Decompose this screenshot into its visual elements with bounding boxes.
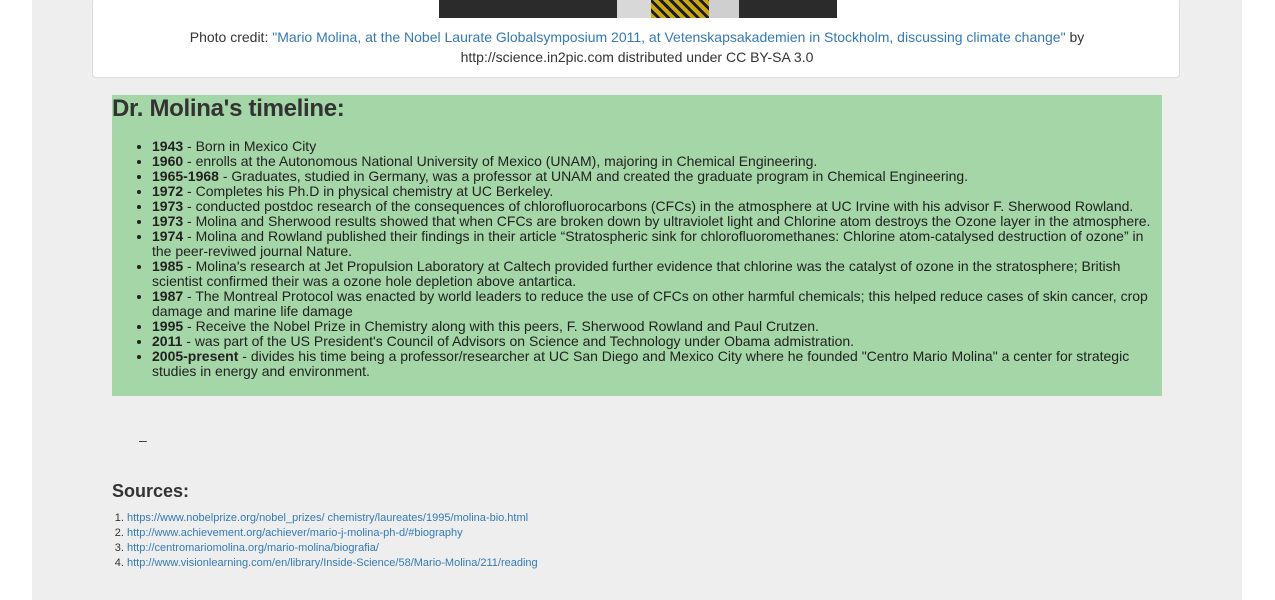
timeline-year: 1973 [152, 213, 184, 229]
timeline-text: - Receive the Nobel Prize in Chemistry a… [183, 318, 819, 334]
timeline-item: 1960 - enrolls at the Autonomous Nationa… [152, 154, 1162, 169]
timeline-item: 1943 - Born in Mexico City [152, 139, 1162, 154]
timeline-text: - conducted postdoc research of the cons… [183, 198, 1134, 214]
timeline-item: 2011 - was part of the US President's Co… [152, 334, 1162, 349]
timeline-year: 1973 [152, 198, 184, 214]
timeline-list: 1943 - Born in Mexico City 1960 - enroll… [112, 139, 1162, 379]
timeline-text: - was part of the US President's Council… [182, 333, 855, 349]
timeline-year: 2011 [152, 333, 183, 349]
timeline-item: 1974 - Molina and Rowland published thei… [152, 229, 1162, 259]
photo-card: Photo credit: "Mario Molina, at the Nobe… [92, 0, 1180, 78]
separator-dash: – [139, 432, 147, 448]
timeline-year: 1985 [152, 258, 184, 274]
source-link-centromariomolina[interactable]: http://centromariomolina.org/mario-molin… [127, 542, 379, 554]
timeline-year: 1995 [152, 318, 184, 334]
timeline-item: 1965-1968 - Graduates, studied in German… [152, 169, 1162, 184]
photo-credit-prefix: Photo credit: [189, 29, 273, 45]
timeline-year: 1960 [152, 153, 184, 169]
timeline-text: - enrolls at the Autonomous National Uni… [183, 153, 818, 169]
source-item: http://www.achievement.org/achiever/mari… [127, 526, 538, 541]
timeline-year: 1965-1968 [152, 168, 219, 184]
photo-credit-by: by [1065, 29, 1085, 45]
sources-list: https://www.nobelprize.org/nobel_prizes/… [112, 511, 538, 571]
timeline-text: - The Montreal Protocol was enacted by w… [152, 288, 1148, 319]
timeline-item: 1973 - conducted postdoc research of the… [152, 199, 1162, 214]
timeline-item: 2005-present - divides his time being a … [152, 349, 1162, 379]
timeline-text: - Completes his Ph.D in physical chemist… [183, 183, 554, 199]
timeline-item: 1995 - Receive the Nobel Prize in Chemis… [152, 319, 1162, 334]
sources-heading: Sources: [112, 481, 190, 501]
timeline-item: 1973 - Molina and Sherwood results showe… [152, 214, 1162, 229]
timeline-text: - Graduates, studied in Germany, was a p… [218, 168, 969, 184]
timeline-year: 1974 [152, 228, 184, 244]
photo-credit-license: http://science.in2pic.com distributed un… [460, 49, 814, 65]
timeline-heading: Dr. Molina's timeline: [112, 95, 345, 122]
source-item: http://centromariomolina.org/mario-molin… [127, 541, 538, 556]
timeline-text: - Molina and Sherwood results showed tha… [183, 213, 1151, 229]
source-item: http://www.visionlearning.com/en/library… [127, 556, 538, 571]
photo-credit: Photo credit: "Mario Molina, at the Nobe… [93, 27, 1181, 67]
molina-photo [439, 0, 837, 18]
timeline-item: 1985 - Molina's research at Jet Propulsi… [152, 259, 1162, 289]
source-link-nobelprize[interactable]: https://www.nobelprize.org/nobel_prizes/… [127, 512, 528, 524]
source-link-visionlearning[interactable]: http://www.visionlearning.com/en/library… [127, 557, 538, 569]
source-link-achievement[interactable]: http://www.achievement.org/achiever/mari… [127, 527, 463, 539]
timeline-text: - Born in Mexico City [183, 138, 317, 154]
timeline-item: 1987 - The Montreal Protocol was enacted… [152, 289, 1162, 319]
timeline-year: 1943 [152, 138, 184, 154]
timeline-year: 1972 [152, 183, 184, 199]
timeline-text: - Molina and Rowland published their fin… [152, 228, 1144, 259]
photo-credit-link[interactable]: "Mario Molina, at the Nobel Laurate Glob… [272, 29, 1065, 45]
timeline-year: 1987 [152, 288, 184, 304]
timeline-text: - Molina's research at Jet Propulsion La… [152, 258, 1121, 289]
timeline-text: - divides his time being a professor/res… [152, 348, 1130, 379]
timeline-item: 1972 - Completes his Ph.D in physical ch… [152, 184, 1162, 199]
source-item: https://www.nobelprize.org/nobel_prizes/… [127, 511, 538, 526]
timeline-section: Dr. Molina's timeline: 1943 - Born in Me… [112, 95, 1162, 396]
timeline-year: 2005-present [152, 348, 239, 364]
